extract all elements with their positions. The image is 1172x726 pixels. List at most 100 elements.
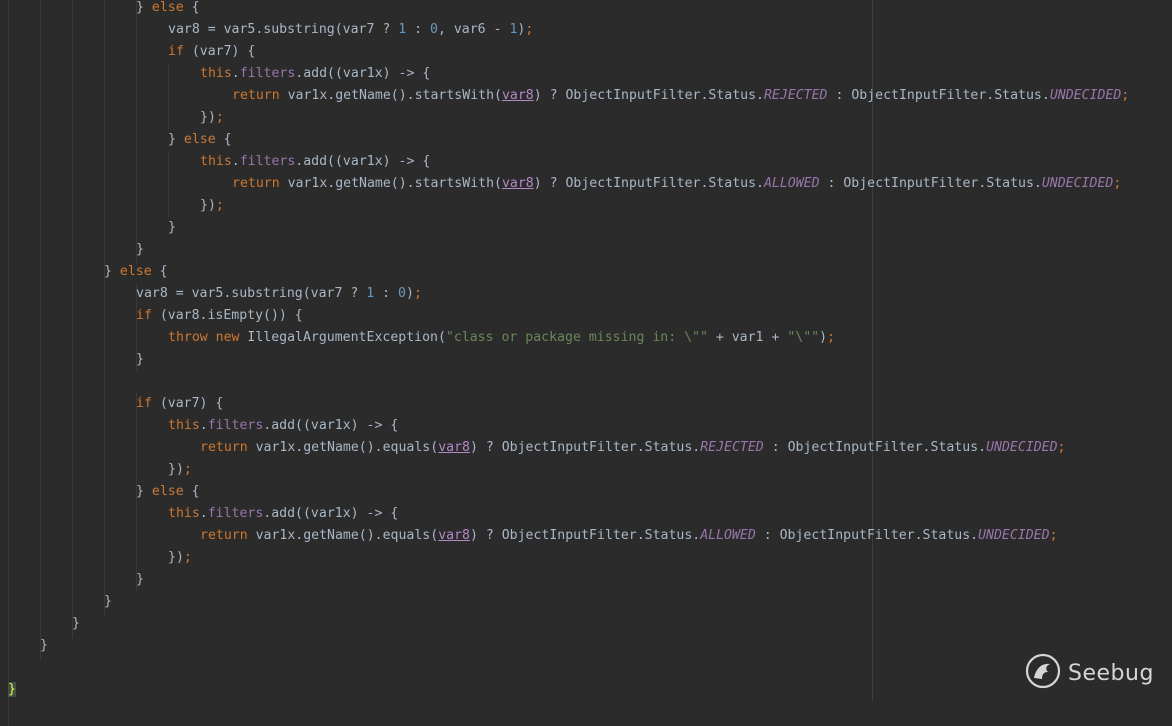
indent-guide (8, 0, 9, 726)
code-token: .add((var1x) -> { (295, 66, 431, 81)
code-token: } (104, 594, 112, 609)
code-token: } (72, 616, 80, 631)
code-line[interactable]: if (var7) { (136, 393, 223, 415)
code-token: var8 (438, 528, 470, 543)
code-token: ALLOWED (700, 528, 756, 543)
code-line[interactable]: return var1x.getName().equals(var8) ? Ob… (200, 437, 1065, 459)
code-token: (var7) { (183, 44, 256, 59)
code-line[interactable]: } (136, 239, 144, 261)
code-line[interactable]: }); (168, 547, 192, 569)
code-token: filters (239, 154, 296, 169)
indent-guide (168, 151, 169, 217)
code-token: : ObjectInputFilter.Status. (763, 440, 987, 455)
code-line[interactable]: if (var7) { (168, 41, 255, 63)
code-line[interactable]: } else { (136, 0, 200, 19)
code-token: return (232, 88, 280, 103)
code-token: this (168, 506, 200, 521)
code-token: ) ? ObjectInputFilter.Status. (469, 440, 701, 455)
code-token: var1x.getName().equals( (247, 528, 439, 543)
code-token: ; (215, 110, 224, 125)
code-token: : (374, 286, 399, 301)
code-line[interactable]: } (136, 569, 144, 591)
code-token: ; (827, 330, 835, 345)
code-token: IllegalArgumentException( (239, 330, 446, 345)
code-token: if (168, 44, 184, 59)
code-line[interactable]: } (72, 613, 80, 635)
code-token: : ObjectInputFilter.Status. (755, 528, 979, 543)
code-token: } (40, 638, 48, 653)
code-token: + var1 + (707, 330, 788, 345)
code-token: ; (215, 198, 224, 213)
code-token: (var7) { (151, 396, 224, 411)
code-token: }) (200, 198, 216, 213)
code-line[interactable]: }); (200, 195, 224, 217)
code-editor[interactable]: } else {var8 = var5.substring(var7 ? 1 :… (0, 0, 1172, 726)
seebug-watermark: Seebug (1024, 653, 1154, 692)
code-line[interactable]: return var1x.getName().startsWith(var8) … (232, 85, 1129, 107)
code-line[interactable]: } (8, 679, 16, 701)
code-token: var8 (501, 88, 534, 103)
code-line[interactable]: }); (168, 459, 192, 481)
code-token: UNDECIDED (978, 528, 1050, 543)
code-token: 0 (430, 22, 438, 37)
code-line[interactable]: throw new IllegalArgumentException("clas… (168, 327, 835, 349)
code-line[interactable]: } (104, 591, 112, 613)
code-line[interactable]: } else { (104, 261, 168, 283)
code-token: this (200, 66, 232, 81)
code-token: var8 = var5.substring(var7 ? (136, 286, 367, 301)
code-token: } (168, 132, 184, 147)
code-token: UNDECIDED (1049, 88, 1122, 103)
code-line[interactable]: this.filters.add((var1x) -> { (168, 415, 398, 437)
code-line[interactable]: } else { (136, 481, 200, 503)
code-token: , var6 - (437, 22, 510, 37)
code-line[interactable]: return var1x.getName().startsWith(var8) … (232, 173, 1121, 195)
code-token: ; (1121, 88, 1130, 103)
code-line[interactable]: return var1x.getName().equals(var8) ? Ob… (200, 525, 1058, 547)
code-line[interactable]: this.filters.add((var1x) -> { (200, 63, 430, 85)
code-token: { (183, 0, 200, 15)
code-token: return (232, 176, 280, 191)
code-token: return (200, 440, 248, 455)
code-token: 0 (398, 286, 406, 301)
code-token: } (136, 352, 144, 367)
code-token: else (119, 264, 152, 279)
code-line[interactable]: this.filters.add((var1x) -> { (200, 151, 430, 173)
indent-guide (168, 63, 169, 129)
code-token: ; (1049, 528, 1058, 543)
code-token: var8 = var5.substring(var7 ? (168, 22, 399, 37)
code-token: ) (819, 330, 828, 345)
code-token: { (183, 484, 200, 499)
code-token: }) (168, 462, 184, 477)
code-token: var8 (501, 176, 534, 191)
code-line[interactable]: } (168, 217, 176, 239)
code-token: ; (525, 22, 534, 37)
code-token: else (183, 132, 216, 147)
code-token: this (200, 154, 232, 169)
code-line[interactable]: } (40, 635, 48, 657)
code-token: } (136, 484, 152, 499)
code-token: }) (200, 110, 216, 125)
code-token: : (406, 22, 431, 37)
code-token: } (8, 682, 16, 697)
code-token: throw new (168, 330, 240, 345)
code-token: "\"" (787, 330, 820, 345)
code-line[interactable]: var8 = var5.substring(var7 ? 1 : 0, var6… (168, 19, 533, 41)
code-line[interactable]: } else { (168, 129, 232, 151)
code-token: } (168, 220, 176, 235)
code-token: this (168, 418, 200, 433)
code-token: return (200, 528, 248, 543)
code-token: . (199, 418, 208, 433)
code-line[interactable]: } (136, 349, 144, 371)
code-token: REJECTED (763, 88, 828, 103)
code-token: . (231, 66, 240, 81)
code-token: ) ? ObjectInputFilter.Status. (533, 176, 764, 191)
code-token: : ObjectInputFilter.Status. (827, 88, 1050, 103)
code-line[interactable]: }); (200, 107, 224, 129)
code-line[interactable]: var8 = var5.substring(var7 ? 1 : 0); (136, 283, 422, 305)
code-line[interactable]: this.filters.add((var1x) -> { (168, 503, 398, 525)
code-token: ; (183, 550, 192, 565)
indent-guide (72, 0, 73, 638)
code-token: var1x.getName().equals( (247, 440, 439, 455)
code-token: ; (183, 462, 192, 477)
code-line[interactable]: if (var8.isEmpty()) { (136, 305, 303, 327)
